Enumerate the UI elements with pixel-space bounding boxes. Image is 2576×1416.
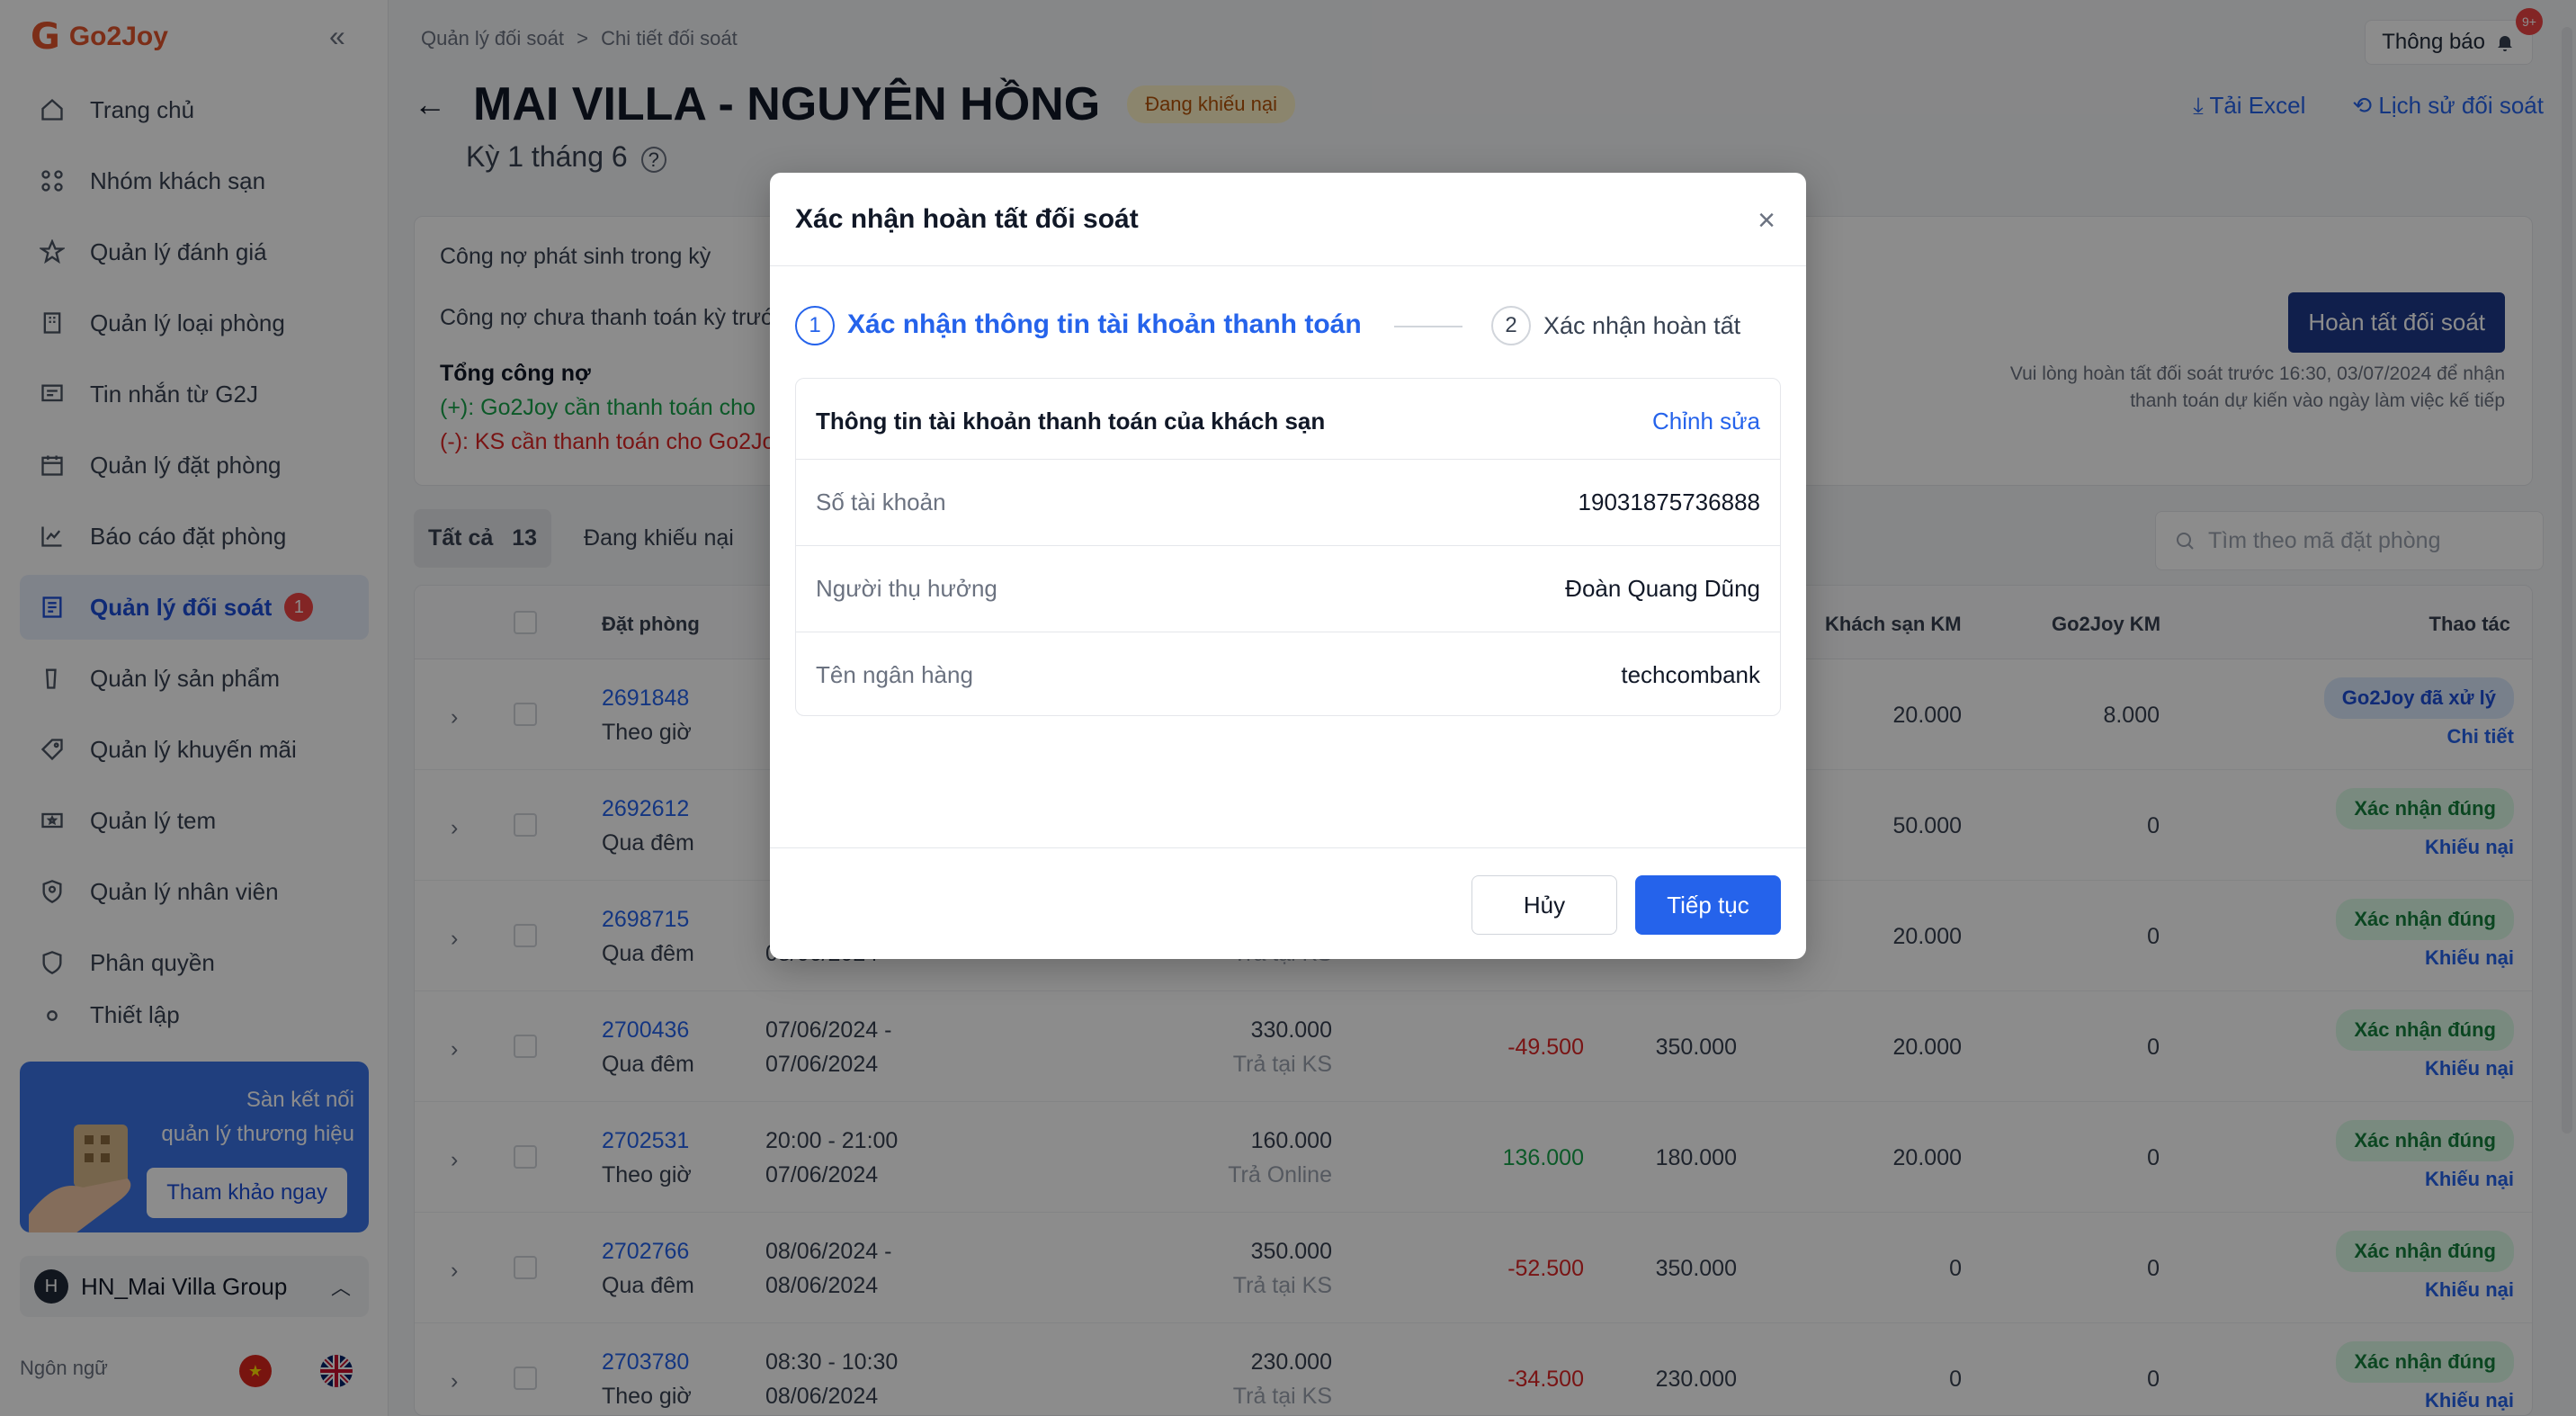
step-divider [1394,326,1462,327]
step-2-label: Xác nhận hoàn tất [1543,312,1741,339]
step-2-number: 2 [1491,306,1531,345]
field-label: Số tài khoản [816,488,946,515]
bank-account-card: Thông tin tài khoản thanh toán của khách… [795,378,1781,716]
cancel-button[interactable]: Hủy [1471,875,1617,935]
account-number-row: Số tài khoản 19031875736888 [796,460,1780,546]
step-1-number: 1 [795,306,835,345]
close-icon[interactable]: × [1758,203,1775,238]
step-1-label: Xác nhận thông tin tài khoản thanh toán [847,309,1362,339]
account-number-value: 19031875736888 [1578,488,1760,515]
continue-button[interactable]: Tiếp tục [1635,875,1781,935]
stepper: 1 Xác nhận thông tin tài khoản thanh toá… [795,306,1781,349]
beneficiary-row: Người thụ hưởng Đoàn Quang Dũng [796,546,1780,632]
confirm-reconciliation-modal: Xác nhận hoàn tất đối soát × 1 Xác nhận … [770,173,1806,959]
bank-name-value: techcombank [1621,661,1760,688]
modal-footer: Hủy Tiếp tục [770,847,1806,959]
beneficiary-value: Đoàn Quang Dũng [1565,575,1760,602]
bank-name-row: Tên ngân hàng techcombank [796,632,1780,719]
edit-link[interactable]: Chỉnh sửa [1652,408,1760,435]
card-title: Thông tin tài khoản thanh toán của khách… [816,408,1326,435]
modal-title: Xác nhận hoàn tất đối soát [770,173,1806,266]
field-label: Người thụ hưởng [816,575,997,602]
field-label: Tên ngân hàng [816,661,973,688]
card-header: Thông tin tài khoản thanh toán của khách… [796,379,1780,460]
